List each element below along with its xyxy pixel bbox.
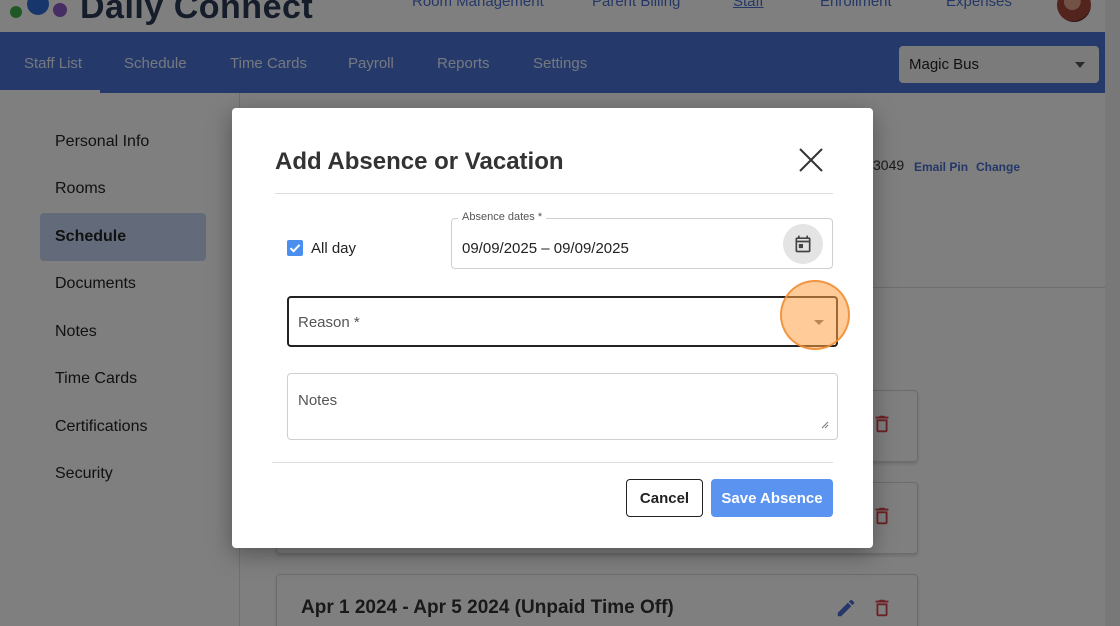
reason-select[interactable]: Reason * <box>287 296 838 347</box>
cancel-button[interactable]: Cancel <box>626 479 703 517</box>
calendar-icon <box>795 235 811 253</box>
check-icon <box>289 244 301 253</box>
absence-dates-value: 09/09/2025 – 09/09/2025 <box>462 240 629 257</box>
divider <box>272 462 833 463</box>
absence-dates-label: Absence dates * <box>458 211 547 223</box>
notes-placeholder: Notes <box>298 392 338 409</box>
save-absence-button[interactable]: Save Absence <box>711 479 833 517</box>
click-highlight <box>780 280 850 350</box>
divider <box>275 193 833 194</box>
reason-placeholder: Reason * <box>298 314 360 331</box>
resize-handle-icon[interactable] <box>821 421 829 429</box>
all-day-checkbox[interactable] <box>287 240 303 256</box>
add-absence-dialog: Add Absence or Vacation All day Absence … <box>232 108 873 548</box>
absence-dates-field[interactable]: Absence dates * 09/09/2025 – 09/09/2025 <box>451 211 833 269</box>
notes-textarea[interactable]: Notes <box>287 373 838 440</box>
calendar-button[interactable] <box>783 224 823 264</box>
all-day-label: All day <box>311 240 357 257</box>
dialog-title: Add Absence or Vacation <box>275 148 564 175</box>
close-icon[interactable] <box>795 144 827 176</box>
